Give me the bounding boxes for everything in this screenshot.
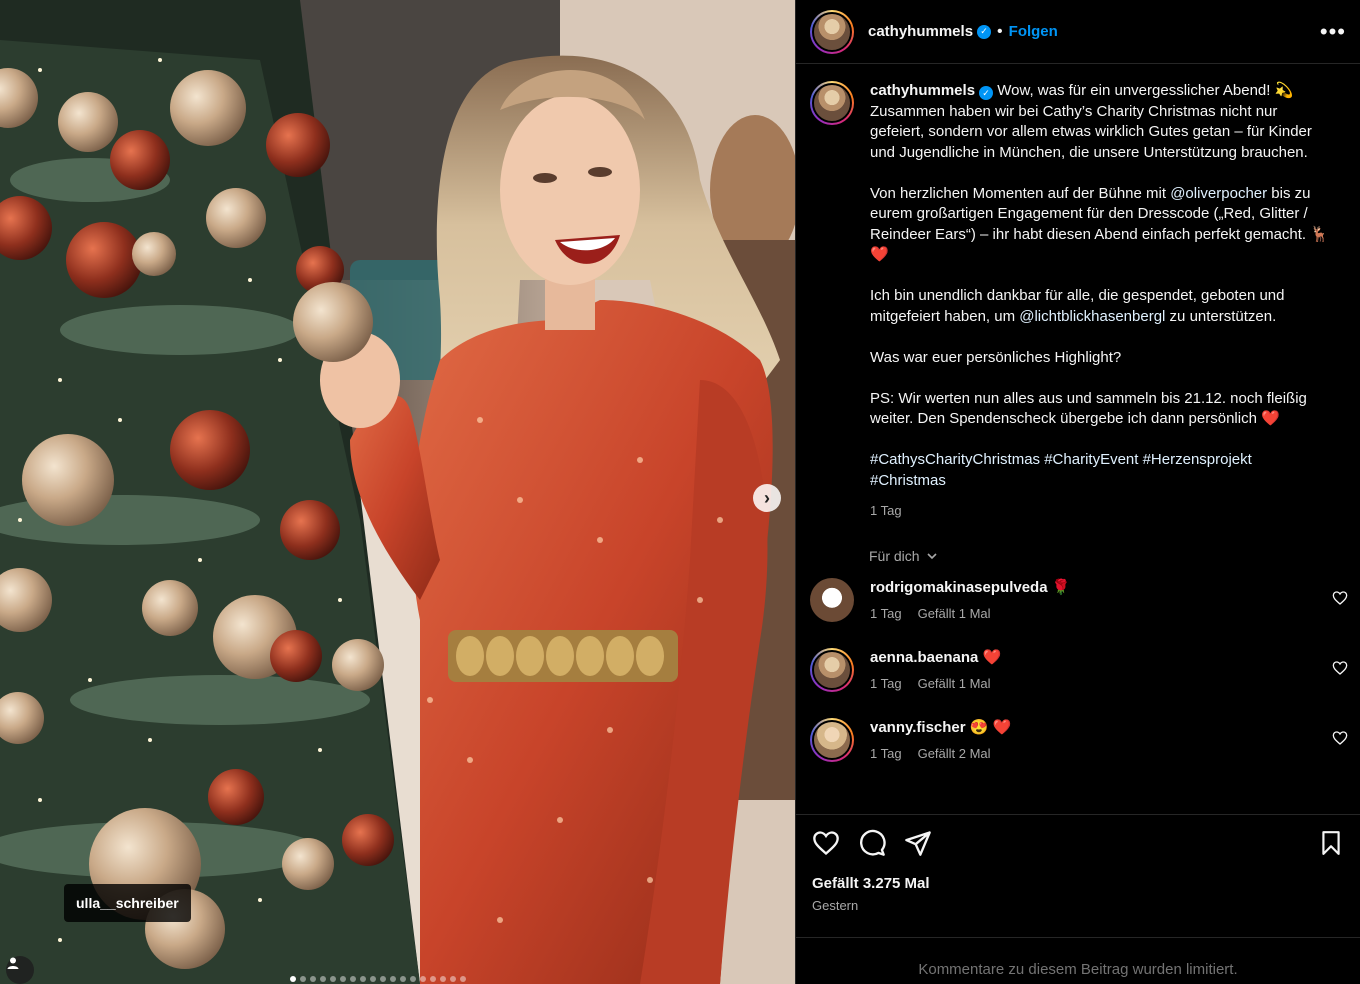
avatar[interactable]: [810, 81, 854, 125]
comment-text: ❤️: [982, 648, 1002, 666]
like-count[interactable]: Gefällt 3.275 Mal: [812, 875, 1344, 892]
comment-item: rodrigomakinasepulveda 🌹 1 Tag Gefällt 1…: [796, 577, 1360, 622]
avatar[interactable]: [810, 577, 854, 622]
carousel-dot: [350, 976, 356, 982]
carousel-dot: [360, 976, 366, 982]
comment-time[interactable]: 1 Tag: [870, 676, 902, 691]
header-separator: •: [997, 22, 1003, 40]
comment-likes[interactable]: Gefällt 1 Mal: [918, 606, 991, 621]
follow-button[interactable]: Folgen: [1009, 23, 1058, 40]
photo-tag-label: ulla__schreiber: [76, 895, 179, 911]
caption-username[interactable]: cathyhummels: [870, 82, 975, 99]
comment-sort-dropdown[interactable]: Für dich: [869, 548, 1360, 564]
carousel-dot: [440, 976, 446, 982]
comment-sort-label: Für dich: [869, 547, 920, 564]
carousel-dot: [380, 976, 386, 982]
chevron-down-icon: [927, 552, 937, 559]
heart-icon[interactable]: [1332, 590, 1348, 606]
comment-time[interactable]: 1 Tag: [870, 606, 902, 621]
post-photo[interactable]: › ulla__schreiber: [0, 0, 795, 984]
post-actions: Gefällt 3.275 Mal Gestern: [796, 814, 1360, 913]
carousel-dot: [300, 976, 306, 982]
carousel-dot: [370, 976, 376, 982]
carousel-dot: [420, 976, 426, 982]
comments-scroll-area[interactable]: cathyhummels ✓ Wow, was für ein unvergess…: [796, 65, 1360, 813]
caption-paragraph-4: Was war euer persönliches Highlight?: [870, 348, 1122, 366]
hashtags[interactable]: #CathysCharityChristmas #CharityEvent #H…: [870, 450, 1330, 491]
more-icon[interactable]: •••: [1320, 19, 1346, 45]
photo-illustration: [0, 0, 795, 984]
user-tag-button[interactable]: [6, 956, 34, 984]
carousel-dot: [340, 976, 346, 982]
comment-username[interactable]: vanny.fischer: [870, 719, 966, 736]
comment-time[interactable]: 1 Tag: [870, 746, 902, 761]
user-tag-icon: [7, 957, 19, 969]
mention-link[interactable]: @oliverpocher: [1170, 185, 1267, 202]
comment-text: 🌹: [1051, 578, 1071, 596]
carousel-indicator: [290, 976, 466, 982]
carousel-dot: [410, 976, 416, 982]
carousel-dot: [290, 976, 296, 982]
carousel-dot: [460, 976, 466, 982]
comment-item: aenna.baenana ❤️ 1 Tag Gefällt 1 Mal: [796, 647, 1360, 692]
avatar[interactable]: [810, 647, 854, 692]
comment-username[interactable]: rodrigomakinasepulveda: [870, 579, 1048, 596]
heart-icon[interactable]: [1332, 660, 1348, 676]
comments-limited-notice: Kommentare zu diesem Beitrag wurden limi…: [796, 937, 1360, 984]
caption-paragraph-2-start: Von herzlichen Momenten auf der Bühne mi…: [870, 184, 1171, 202]
carousel-dot: [400, 976, 406, 982]
share-icon[interactable]: [904, 829, 932, 857]
caption-paragraph-5: PS: Wir werten nun alles aus und sammeln…: [870, 389, 1307, 428]
comment-likes[interactable]: Gefällt 1 Mal: [918, 676, 991, 691]
heart-icon[interactable]: [1332, 730, 1348, 746]
bookmark-icon[interactable]: [1318, 829, 1344, 857]
caption-time[interactable]: 1 Tag: [870, 501, 1330, 522]
caption-paragraph-3-end: zu unterstützen.: [1165, 307, 1277, 325]
comment-username[interactable]: aenna.baenana: [870, 649, 978, 666]
next-icon: ›: [764, 487, 770, 508]
next-image-button[interactable]: ›: [753, 484, 781, 512]
header-username[interactable]: cathyhummels: [868, 23, 973, 40]
carousel-dot: [310, 976, 316, 982]
heart-icon[interactable]: [812, 829, 840, 857]
verified-icon: ✓: [979, 86, 994, 101]
comment-text: 😍 ❤️: [969, 718, 1012, 736]
comment-likes[interactable]: Gefällt 2 Mal: [918, 746, 991, 761]
avatar[interactable]: [810, 717, 854, 762]
caption-text: cathyhummels ✓ Wow, was für ein unvergess…: [870, 81, 1330, 522]
carousel-dot: [450, 976, 456, 982]
carousel-dot: [430, 976, 436, 982]
caption: cathyhummels ✓ Wow, was für ein unvergess…: [796, 65, 1360, 522]
mention-link[interactable]: @lichtblickhasenbergl: [1019, 308, 1165, 325]
carousel-dot: [320, 976, 326, 982]
verified-icon: ✓: [977, 24, 992, 39]
post-header: cathyhummels ✓ • Folgen •••: [796, 0, 1360, 64]
carousel-dot: [390, 976, 396, 982]
avatar[interactable]: [810, 9, 854, 54]
photo-tag[interactable]: ulla__schreiber: [64, 884, 191, 922]
post-date[interactable]: Gestern: [812, 898, 1344, 913]
comment-icon[interactable]: [858, 829, 886, 857]
comment-item: vanny.fischer 😍 ❤️ 1 Tag Gefällt 2 Mal: [796, 717, 1360, 762]
carousel-dot: [330, 976, 336, 982]
post-sidebar: cathyhummels ✓ • Folgen ••• cathyhummels…: [795, 0, 1360, 984]
